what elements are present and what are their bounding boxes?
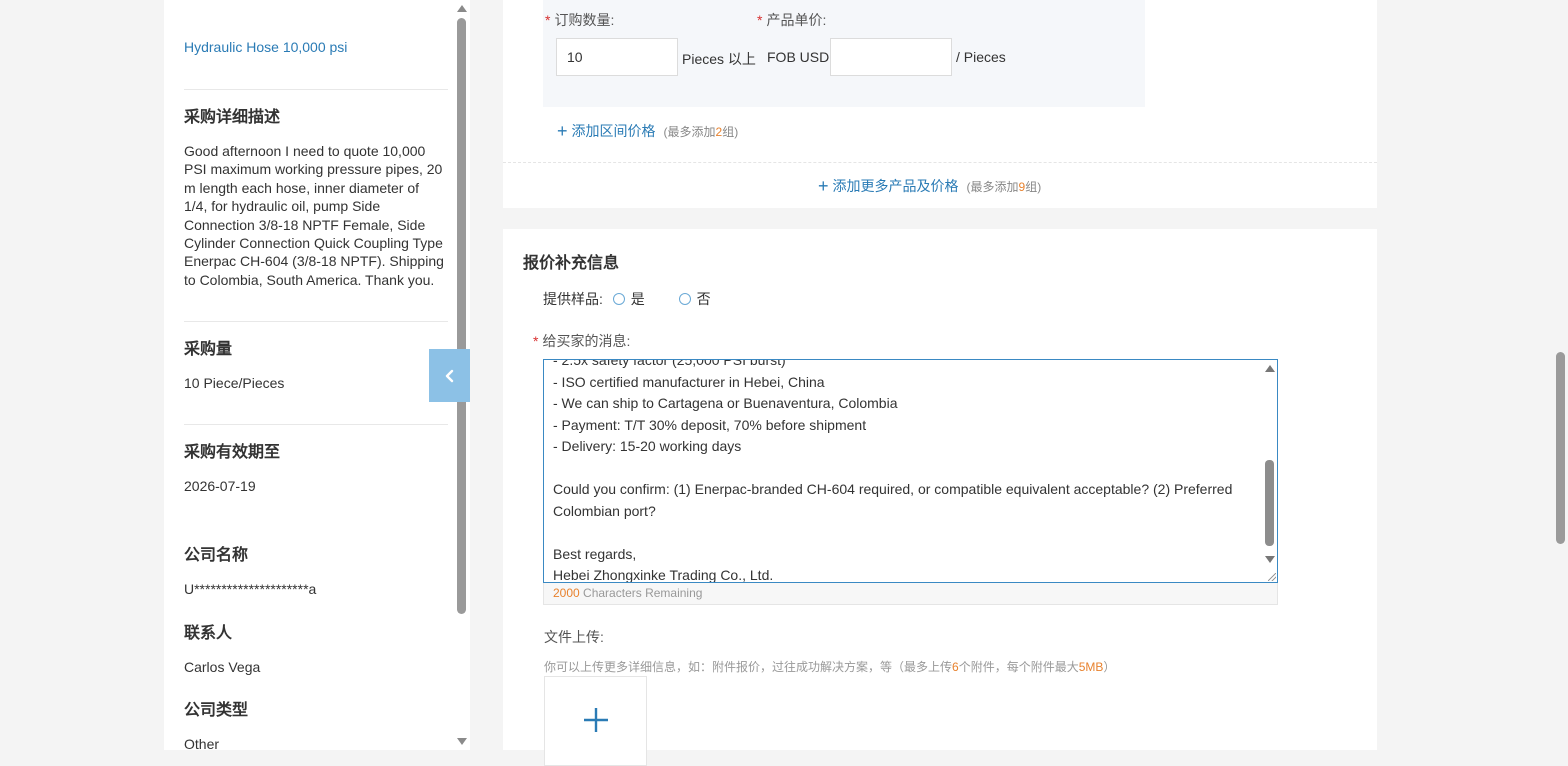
add-more-products-link[interactable]: + 添加更多产品及价格 (最多添加9组) (818, 176, 1041, 196)
file-upload-button[interactable] (544, 676, 647, 766)
company-title: 公司名称 (184, 547, 249, 564)
pricing-card: * 订购数量: * 产品单价: 10 Pieces 以上 FOB USD / Pie… (503, 0, 1377, 208)
sample-no-label[interactable]: 否 (697, 291, 711, 307)
file-upload-label: 文件上传: (544, 629, 604, 645)
quantity-value: 10 Piece/Pieces (184, 375, 285, 391)
scrollbar-thumb[interactable] (1556, 352, 1565, 544)
sample-no-radio[interactable] (678, 293, 691, 306)
company-value: U*********************a (184, 581, 317, 597)
hint-count: 6 (952, 660, 959, 674)
hint-text: 你可以上传更多详细信息，如：附件报价，过往成功解决方案，等（最多上传 (544, 660, 953, 674)
hint-text: 组) (1025, 179, 1042, 194)
message-label: * 给买家的消息: (533, 331, 630, 351)
product-link[interactable]: Hydraulic Hose 10,000 psi (184, 39, 347, 55)
unit-price-input[interactable] (830, 38, 952, 76)
required-mark: * (533, 333, 539, 349)
price-unit-text: / Pieces (956, 49, 1006, 65)
chevron-left-icon (445, 369, 453, 382)
message-line (553, 458, 1253, 480)
hint-text: (最多添加 (966, 179, 1019, 194)
description-line: to Colombia, South America. Thank you. (184, 271, 435, 288)
description-line: PSI maximum working pressure pipes, 20 (184, 161, 443, 178)
add-more-products-label: 添加更多产品及价格 (832, 178, 959, 194)
page-scrollbar[interactable] (1553, 0, 1568, 750)
chars-remaining-count: 2000 (553, 586, 580, 600)
plus-icon (584, 708, 608, 732)
contact-title: 联系人 (184, 625, 233, 642)
order-qty-input[interactable]: 10 (556, 38, 678, 76)
add-price-range-label: 添加区间价格 (571, 123, 656, 139)
description-line: Cylinder Connection Quick Coupling Type (184, 235, 443, 252)
plus-icon: + (818, 176, 829, 196)
qty-unit-text: Pieces 以上 (682, 51, 756, 67)
expiry-title: 采购有效期至 (184, 444, 281, 461)
scroll-down-arrow-icon[interactable] (457, 738, 467, 745)
buyer-message-textarea[interactable]: - 2.5x safety factor (25,000 PSI burst) … (543, 359, 1278, 583)
divider (503, 162, 1377, 163)
scroll-down-arrow-icon[interactable] (1265, 556, 1275, 563)
message-line: - ISO certified manufacturer in Hebei, C… (553, 373, 825, 390)
character-counter: 2000 Characters Remaining (543, 583, 1278, 605)
expiry-value: 2026-07-19 (184, 478, 256, 494)
section-title: 报价补充信息 (523, 255, 620, 272)
message-line (553, 522, 1253, 544)
buyer-info-sidebar: Hydraulic Hose 10,000 psi 采购详细描述 Good af… (164, 0, 470, 752)
description-title: 采购详细描述 (184, 109, 281, 126)
message-label-text: 给买家的消息: (542, 333, 631, 349)
resize-grip-icon[interactable] (1268, 573, 1276, 581)
file-upload-hint: 你可以上传更多详细信息，如：附件报价，过往成功解决方案，等（最多上传6个附件，每… (544, 658, 1115, 675)
hint-text: 个附件，每个附件最大 (958, 660, 1079, 674)
scrollbar-thumb[interactable] (457, 18, 466, 614)
quote-supplement-card: 报价补充信息 提供样品: 是 否 * 给买家的消息: - 2.5x safety … (503, 229, 1377, 766)
scrollbar-thumb[interactable] (1265, 460, 1274, 546)
add-more-products-hint: (最多添加9组) (967, 178, 1042, 195)
message-line: Colombian port? (553, 502, 656, 519)
add-price-range-hint: (最多添加2组) (664, 123, 739, 140)
fob-usd-text: FOB USD (767, 49, 830, 65)
company-type-title: 公司类型 (184, 702, 249, 719)
description-text: Good afternoon I need to quote 10,000 PS… (184, 142, 450, 289)
scroll-up-arrow-icon[interactable] (1265, 365, 1275, 372)
message-line: Best regards, (553, 545, 637, 562)
order-qty-label: * 订购数量: (545, 10, 614, 30)
description-line: Connection 3/8-18 NPTF Female, Side (184, 216, 426, 233)
add-price-range-link[interactable]: + 添加区间价格 (最多添加2组) (557, 121, 738, 141)
sample-yes-radio[interactable] (612, 293, 625, 306)
message-line: - Delivery: 15-20 working days (553, 438, 742, 454)
required-mark: * (757, 12, 763, 28)
message-line: Could you confirm: (1) Enerpac-branded C… (553, 481, 1233, 497)
price-range-block: * 订购数量: * 产品单价: 10 Pieces 以上 FOB USD / Pie… (543, 0, 1145, 107)
message-line: - Payment: T/T 30% deposit, 70% before s… (553, 416, 867, 433)
hint-size: 5MB (1078, 660, 1104, 674)
description-line: Good afternoon I need to quote 10,000 (184, 143, 426, 159)
unit-price-label: * 产品单价: (757, 10, 826, 30)
scroll-up-arrow-icon[interactable] (457, 5, 467, 12)
divider (184, 89, 448, 90)
divider (184, 424, 448, 425)
contact-value: Carlos Vega (184, 659, 261, 675)
hint-text: 组) (722, 124, 739, 139)
hint-text: ） (1103, 660, 1116, 674)
divider (184, 321, 448, 322)
quantity-title: 采购量 (184, 341, 233, 358)
order-qty-label-text: 订购数量: (554, 12, 615, 28)
textarea-scrollbar[interactable] (1263, 360, 1277, 582)
description-line: 1/4, for hydraulic oil, pump Side (184, 198, 381, 215)
message-line: - 2.5x safety factor (25,000 PSI burst) (553, 359, 786, 368)
sample-option-row: 提供样品: 是 否 (543, 289, 711, 309)
unit-price-label-text: 产品单价: (766, 12, 827, 28)
collapse-sidebar-button[interactable] (429, 349, 470, 402)
chars-remaining-text: Characters Remaining (583, 586, 703, 600)
description-line: Enerpac CH-604 (3/8-18 NPTF). Shipping (184, 253, 444, 270)
sample-yes-label[interactable]: 是 (631, 291, 645, 307)
required-mark: * (545, 12, 551, 28)
message-line: - We can ship to Cartagena or Buenaventu… (553, 395, 898, 411)
message-line: Hebei Zhongxinke Trading Co., Ltd. (553, 567, 774, 583)
sample-label: 提供样品: (543, 291, 603, 307)
hint-text: (最多添加 (663, 124, 716, 139)
description-line: m length each hose, inner diameter of (184, 179, 420, 196)
plus-icon: + (557, 121, 568, 141)
message-content: - 2.5x safety factor (25,000 PSI burst) … (553, 359, 1253, 583)
